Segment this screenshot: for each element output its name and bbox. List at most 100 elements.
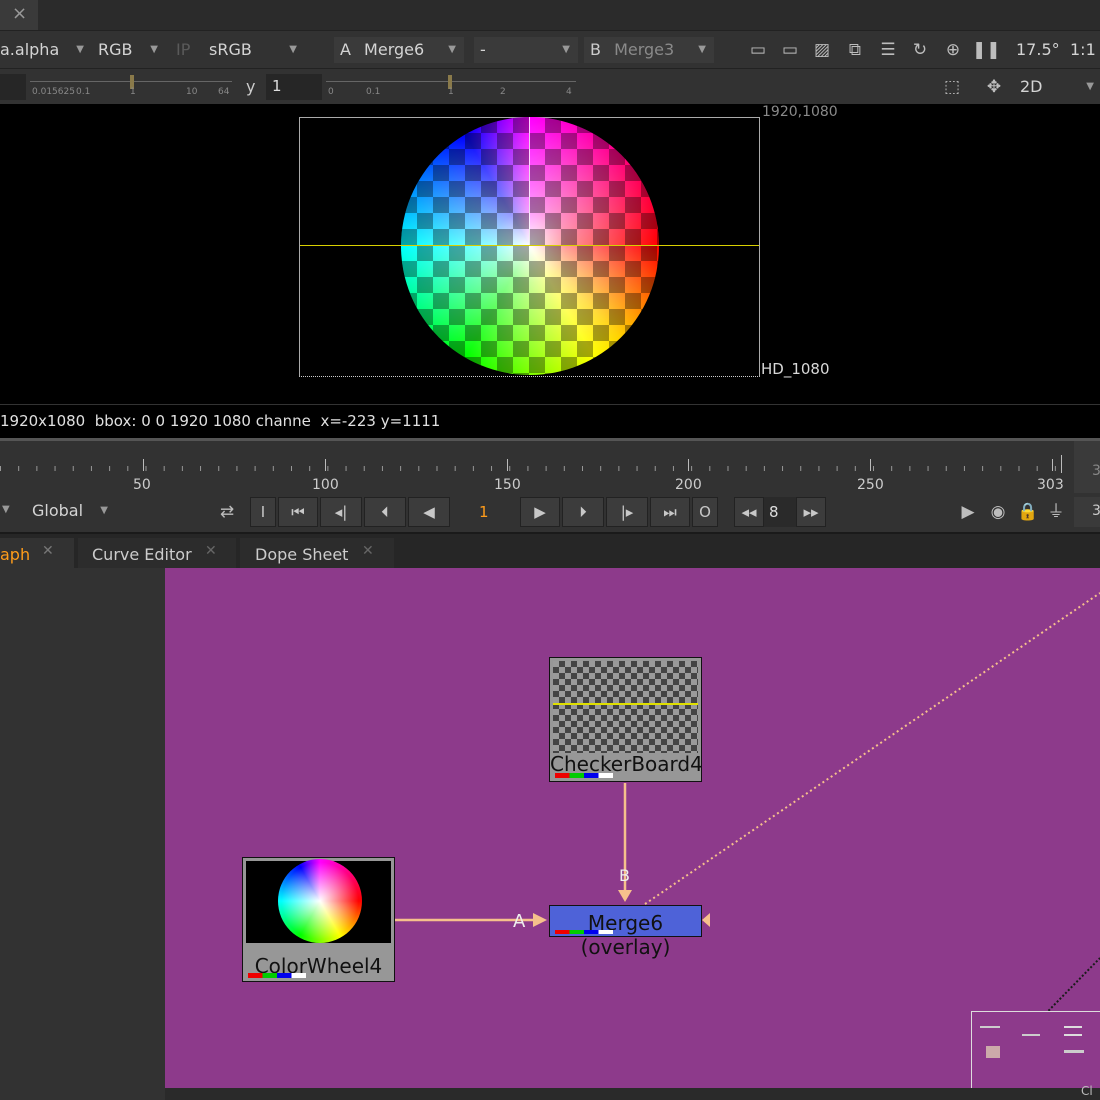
close-tab-button[interactable]: × — [0, 0, 38, 30]
timeline-end-field[interactable]: 3 — [1074, 441, 1100, 493]
chevron-down-icon: ▼ — [698, 44, 706, 55]
record-icon[interactable]: ◉ — [984, 497, 1012, 527]
node-checkerboard[interactable]: CheckerBoard4 — [549, 657, 703, 782]
channels-dropdown[interactable]: a.alpha ▼ — [0, 37, 86, 63]
gain-field[interactable] — [0, 74, 26, 100]
crosshair-icon[interactable]: ⊕ — [938, 35, 968, 65]
viewer-status-line: 1920x1080 bbox: 0 0 1920 1080 channe x=-… — [0, 404, 1100, 438]
node-colorwheel[interactable]: ColorWheel4 — [242, 857, 395, 982]
skip-start-icon: ⏮ — [291, 503, 305, 521]
loop-mode-icon[interactable]: ⇄ — [212, 497, 242, 527]
tab-node-graph[interactable]: aph ✕ — [0, 538, 74, 570]
timeline-tick-label: 303 — [1037, 477, 1064, 493]
node-graph-minimap[interactable] — [971, 1011, 1100, 1088]
last-frame-button[interactable]: ⏭ — [650, 497, 690, 527]
step-back-icon: ⏴ — [381, 503, 389, 521]
timeline-tick-label: 200 — [675, 477, 702, 493]
timeline-tick-label: 250 — [857, 477, 884, 493]
gain-tick-label: 64 — [218, 87, 230, 97]
input-a-label: A — [513, 911, 526, 932]
scope-dropdown[interactable]: Global ▼ — [26, 498, 112, 526]
lut-dropdown[interactable]: sRGB ▼ — [203, 37, 303, 63]
close-icon[interactable]: ✕ — [205, 543, 217, 559]
close-icon[interactable]: ✕ — [362, 543, 374, 559]
viewer-canvas[interactable]: 1920,1080 HD_1080 — [0, 104, 1100, 404]
play-backward-button[interactable]: ◀ — [408, 497, 450, 527]
tab-curve-editor[interactable]: Curve Editor ✕ — [78, 538, 236, 570]
set-out-button[interactable]: O — [692, 497, 718, 527]
chevron-down-icon: ▼ — [76, 44, 84, 55]
fast-forward-icon: ▸▸ — [803, 503, 819, 521]
hatch-icon[interactable]: ▨ — [808, 35, 836, 65]
audio-icon[interactable]: ⏚ — [1042, 497, 1070, 527]
gamma-slider[interactable]: 0 0.1 1 2 4 — [326, 73, 576, 101]
lock-icon[interactable]: 🔒 — [1014, 497, 1042, 527]
transform-handle-icon[interactable]: ✥ — [980, 72, 1008, 102]
step-back-increment-button[interactable]: ◂◂ — [734, 497, 764, 527]
gain-slider[interactable]: 0.015625 0.1 1 10 64 — [30, 73, 232, 101]
first-frame-button[interactable]: ⏮ — [278, 497, 318, 527]
format-size-label: 1920,1080 — [762, 104, 838, 120]
refresh-icon[interactable]: ↻ — [906, 35, 934, 65]
next-key-icon: |▸ — [620, 503, 634, 521]
timeline-tick-label: 100 — [312, 477, 339, 493]
node-graph-canvas[interactable]: CheckerBoard4 ColorWheel4 Merge6 (overla… — [165, 568, 1100, 1088]
step-back-button[interactable]: ⏴ — [364, 497, 406, 527]
bottom-strip: Cl — [165, 1084, 1100, 1100]
color-wheel-image — [401, 117, 659, 375]
fps-field[interactable]: 3 — [1074, 497, 1100, 527]
mask-input-arrow[interactable] — [702, 913, 710, 927]
input-a-dropdown[interactable]: A Merge6 ▼ — [334, 37, 464, 63]
set-in-button[interactable]: I — [250, 497, 276, 527]
pause-icon[interactable]: ❚❚ — [972, 35, 1001, 65]
lines-icon[interactable]: ☰ — [874, 35, 902, 65]
gamma-tick-label: 2 — [500, 87, 506, 97]
prev-key-icon: ◂| — [334, 503, 348, 521]
chevron-down-icon: ▼ — [150, 44, 158, 55]
tab-dope-sheet[interactable]: Dope Sheet ✕ — [240, 538, 394, 570]
view-mode-dropdown[interactable]: 2D ▼ — [1014, 74, 1100, 100]
skip-end-icon: ⏭ — [663, 503, 677, 521]
channel-indicator — [555, 773, 613, 778]
y-label: y — [246, 77, 256, 96]
ip-toggle[interactable]: IP — [170, 37, 200, 63]
chevron-down-icon[interactable]: ▼ — [2, 504, 10, 515]
timeline-tick-label: 50 — [133, 477, 151, 493]
increment-field[interactable]: 8 — [764, 497, 796, 527]
chevron-down-icon: ▼ — [1086, 81, 1094, 92]
gamma-tick-label: 0 — [328, 87, 334, 97]
arrow-b-head — [618, 890, 632, 902]
next-keyframe-button[interactable]: |▸ — [606, 497, 648, 527]
gamma-tick-label: 1 — [448, 87, 454, 97]
roi-frame-icon[interactable]: ▭ — [744, 35, 772, 65]
gamma-tick-label: 4 — [566, 87, 572, 97]
region-select-icon[interactable]: ⬚ — [938, 72, 966, 102]
input-b-label: B — [619, 866, 630, 885]
step-forward-icon: ⏵ — [579, 503, 587, 521]
step-forward-button[interactable]: ⏵ — [562, 497, 604, 527]
wipe-mode-dropdown[interactable]: - ▼ — [474, 37, 578, 63]
gamma-field[interactable]: 1 — [266, 74, 322, 100]
step-forward-increment-button[interactable]: ▸▸ — [796, 497, 826, 527]
windows-icon[interactable]: ⧉ — [840, 35, 870, 65]
play-forward-button[interactable]: ▶ — [520, 497, 560, 527]
arrow-a-head — [533, 913, 547, 927]
zoom-level[interactable]: 17.5° — [1010, 37, 1062, 63]
gain-tick-label: 10 — [186, 87, 198, 97]
format-name-label: HD_1080 — [761, 360, 830, 378]
input-b-dropdown[interactable]: B Merge3 ▼ — [584, 37, 714, 63]
proxy-ratio[interactable]: 1:1 — [1064, 37, 1100, 63]
title-bar: × — [0, 0, 1100, 30]
chevron-down-icon: ▼ — [562, 44, 570, 55]
playback-range-icon[interactable]: ▶ — [954, 497, 982, 527]
overscan-icon[interactable]: ▭ — [776, 35, 804, 65]
close-icon[interactable]: ✕ — [42, 543, 54, 559]
chevron-down-icon: ▼ — [100, 505, 108, 516]
side-toolbar — [0, 568, 165, 1100]
node-merge[interactable]: Merge6 (overlay) — [549, 905, 702, 959]
color-channel-dropdown[interactable]: RGB ▼ — [92, 37, 162, 63]
timeline-ruler[interactable]: 50 100 150 200 250 303 — [0, 441, 1066, 497]
timeline[interactable]: 50 100 150 200 250 303 3 — [0, 438, 1100, 494]
prev-keyframe-button[interactable]: ◂| — [320, 497, 362, 527]
current-frame-field[interactable]: 1 — [452, 497, 518, 527]
